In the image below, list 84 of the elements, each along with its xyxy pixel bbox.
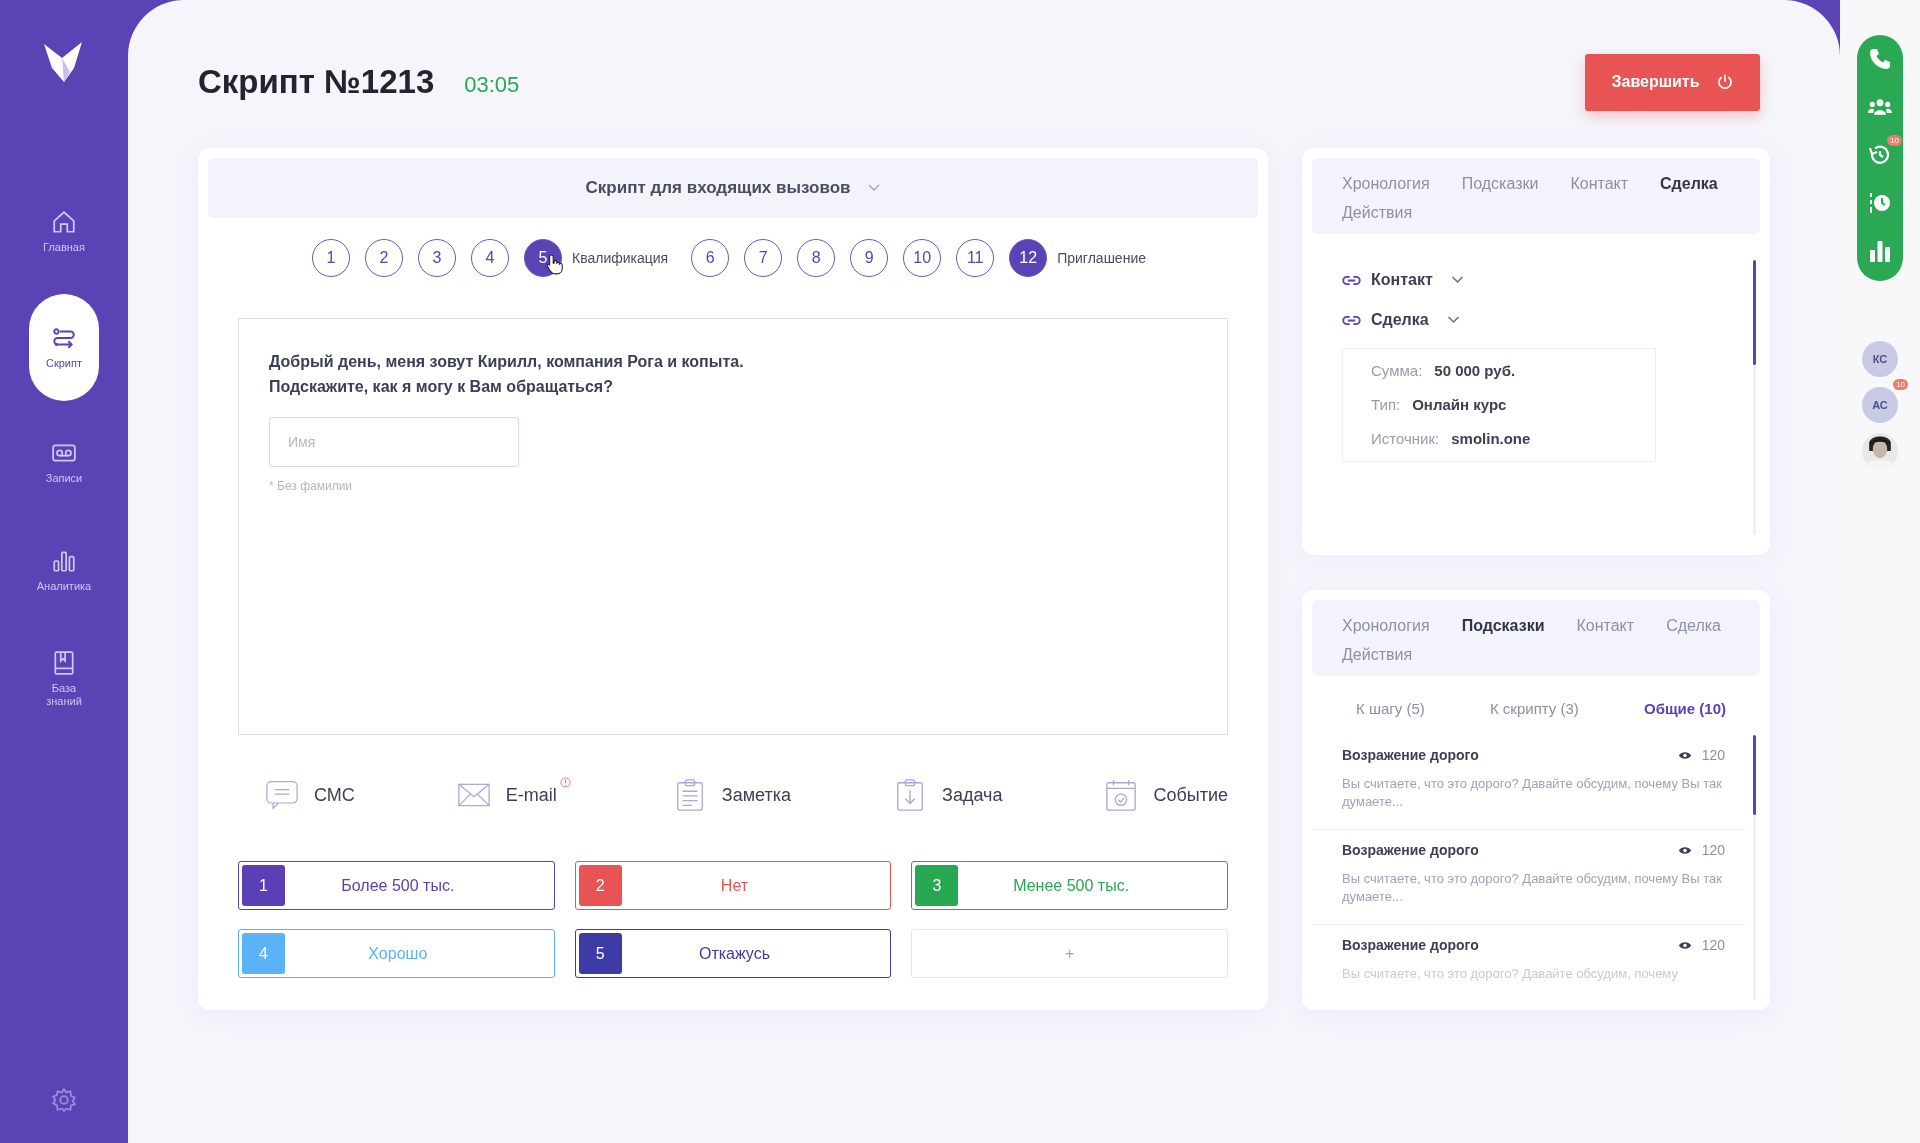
chevron-down-icon xyxy=(868,184,881,192)
sidebar-item[interactable]: База знаний xyxy=(29,633,99,725)
action-button[interactable]: Задача xyxy=(894,779,1003,811)
scrollbar-thumb[interactable] xyxy=(1753,260,1756,365)
step-button[interactable]: 6 xyxy=(691,239,730,277)
action-button[interactable]: СМС xyxy=(266,779,355,811)
section-title[interactable]: Сделка xyxy=(1371,311,1429,329)
view-count: 120 xyxy=(1701,937,1725,953)
user-avatar[interactable]: АС xyxy=(1862,387,1898,423)
bar-chart-icon xyxy=(51,548,77,575)
step-label: Квалификация xyxy=(572,250,669,266)
answer-number: 4 xyxy=(242,933,285,974)
chat-icon[interactable] xyxy=(266,779,298,811)
field-hint: * Без фамилии xyxy=(269,479,353,493)
step-label: Приглашение xyxy=(1057,250,1146,266)
step-button[interactable]: 7 xyxy=(744,239,783,277)
step-button[interactable]: 11 xyxy=(956,239,995,277)
sidebar-item[interactable]: Аналитика xyxy=(29,525,99,617)
script-selector[interactable]: Скрипт для входящих вызовов xyxy=(208,158,1258,218)
chevron-down-icon[interactable] xyxy=(1450,276,1464,284)
answer-button[interactable]: 1 Более 500 тыс. xyxy=(238,861,555,910)
page-title: Скрипт №1213 xyxy=(198,63,435,101)
settings-icon[interactable] xyxy=(51,1087,77,1113)
step-button[interactable]: 3 xyxy=(418,239,456,277)
filter-tab[interactable]: Общие (10) xyxy=(1644,700,1726,717)
action-button[interactable]: Событие xyxy=(1105,779,1228,811)
field-value: 50 000 руб. xyxy=(1434,361,1516,381)
link-icon xyxy=(1342,314,1361,326)
step-button[interactable]: 9 xyxy=(850,239,889,277)
alert-icon xyxy=(559,777,571,788)
view-count: 120 xyxy=(1701,842,1725,858)
calendar-icon[interactable] xyxy=(1105,779,1138,811)
view-count: 120 xyxy=(1701,747,1725,763)
field-value: Онлайн курс xyxy=(1412,395,1507,415)
sidebar-item[interactable]: Записи xyxy=(29,417,99,509)
name-field[interactable]: Имя xyxy=(269,417,519,467)
eye-icon xyxy=(1677,940,1692,950)
link-icon xyxy=(1342,274,1361,286)
sidebar-item[interactable]: Скрипт xyxy=(29,294,99,401)
history-icon[interactable] xyxy=(1868,143,1892,167)
tip-text: Вы считаете, что это дорого? Давайте обсудим, почему Вы так думаете... xyxy=(1342,775,1723,811)
answer-button[interactable]: 2 Нет xyxy=(574,861,892,910)
step-button[interactable]: 10 xyxy=(903,239,942,277)
step-button[interactable]: 12 xyxy=(1009,239,1048,277)
tip-title[interactable]: Возражение дорого xyxy=(1342,747,1668,763)
finish-button[interactable]: Завершить xyxy=(1585,53,1760,111)
cursor-icon xyxy=(546,253,564,275)
action-button[interactable]: Заметка xyxy=(673,779,791,811)
call-timer: 03:05 xyxy=(464,72,520,98)
home-icon xyxy=(51,209,77,236)
timeline-clock-icon[interactable] xyxy=(1868,191,1892,215)
step-button[interactable]: 8 xyxy=(797,239,836,277)
tab[interactable]: Сделка xyxy=(1660,172,1718,195)
field-label: Тип: xyxy=(1371,395,1401,415)
power-icon xyxy=(1715,73,1734,91)
field-label: Источник: xyxy=(1371,429,1440,449)
answer-number: 3 xyxy=(915,865,959,906)
sidebar-item[interactable]: Главная xyxy=(29,186,99,278)
eye-icon xyxy=(1677,750,1692,760)
script-question: Добрый день, меня зовут Кирилл, компания Рога и копыта. Подскажите, как я могу к Вам обращаться? xyxy=(269,352,744,397)
tip-text: Вы считаете, что это дорого? Давайте обсудим, почему Вы так думаете... xyxy=(1342,870,1723,906)
chevron-down-icon[interactable] xyxy=(1446,316,1460,324)
field-label: Сумма: xyxy=(1371,361,1423,381)
notification-badge: 10 xyxy=(1893,379,1908,390)
step-button[interactable]: 2 xyxy=(365,239,403,277)
action-button[interactable]: E-mail xyxy=(457,779,571,811)
user-avatar[interactable]: КС xyxy=(1862,341,1898,377)
section-title[interactable]: Контакт xyxy=(1371,271,1433,289)
tip-title[interactable]: Возражение дорого xyxy=(1342,842,1668,858)
book-icon xyxy=(51,649,77,676)
step-button[interactable]: 1 xyxy=(312,239,350,277)
tip-title[interactable]: Возражение дорого xyxy=(1342,937,1668,953)
bar-chart-icon[interactable] xyxy=(1868,239,1892,263)
answer-number: 5 xyxy=(578,933,622,974)
phone-icon[interactable] xyxy=(1868,47,1892,71)
scrollbar-thumb[interactable] xyxy=(1753,735,1756,815)
step-button[interactable]: 4 xyxy=(471,239,509,277)
answer-number: 1 xyxy=(242,865,285,906)
notification-badge: 10 xyxy=(1887,135,1902,146)
tab[interactable]: Подсказки xyxy=(1461,614,1545,637)
eye-icon xyxy=(1677,845,1692,855)
answer-button[interactable]: 5 Откажусь xyxy=(574,929,892,978)
field-value: smolin.one xyxy=(1451,429,1531,449)
answer-number: 2 xyxy=(578,865,622,906)
